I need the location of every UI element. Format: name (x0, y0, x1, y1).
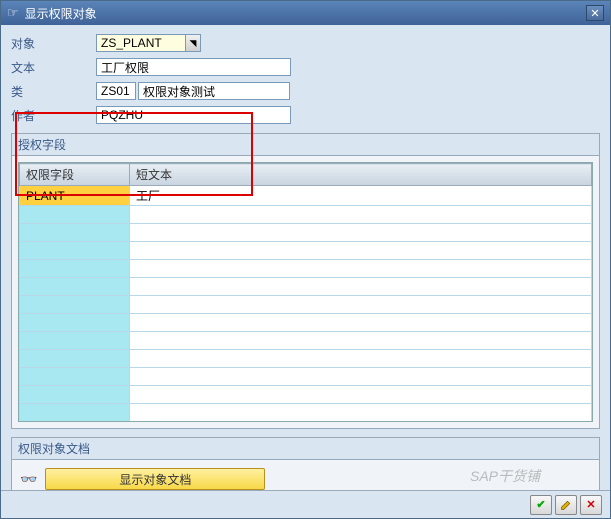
table-row[interactable] (20, 368, 592, 386)
table-row[interactable] (20, 332, 592, 350)
object-input[interactable] (96, 34, 186, 52)
auth-fields-title: 授权字段 (12, 134, 599, 156)
author-input[interactable] (96, 106, 291, 124)
edit-button[interactable] (555, 495, 577, 515)
table-row[interactable] (20, 242, 592, 260)
cancel-button[interactable]: ✕ (580, 495, 602, 515)
class-code-input[interactable] (96, 82, 136, 100)
table-row[interactable] (20, 296, 592, 314)
footer-toolbar: ✔ ✕ (1, 490, 610, 518)
glasses-icon: 👓 (20, 471, 37, 488)
col-field-header[interactable]: 权限字段 (20, 164, 130, 186)
table-row[interactable] (20, 404, 592, 422)
window-icon: ☞ (7, 5, 19, 21)
table-row[interactable] (20, 314, 592, 332)
table-row[interactable] (20, 350, 592, 368)
table-row[interactable] (20, 386, 592, 404)
table-row[interactable] (20, 278, 592, 296)
dialog-window: ☞ 显示权限对象 ✕ 对象 ◥ 文本 类 作者 授权字段 (0, 0, 611, 519)
text-input[interactable] (96, 58, 291, 76)
auth-fields-table-wrap: 权限字段 短文本 PLANT工厂 (18, 162, 593, 422)
cell-text[interactable]: 工厂 (130, 186, 592, 206)
table-row[interactable] (20, 260, 592, 278)
close-button[interactable]: ✕ (586, 5, 604, 21)
doc-group-title: 权限对象文档 (12, 438, 599, 460)
text-label: 文本 (11, 59, 96, 76)
auth-fields-table: 权限字段 短文本 PLANT工厂 (19, 163, 592, 422)
class-desc-input[interactable] (138, 82, 290, 100)
window-title: 显示权限对象 (25, 5, 586, 22)
titlebar: ☞ 显示权限对象 ✕ (1, 1, 610, 25)
table-row[interactable] (20, 224, 592, 242)
col-text-header[interactable]: 短文本 (130, 164, 592, 186)
auth-fields-group: 授权字段 权限字段 短文本 PLANT工厂 (11, 133, 600, 429)
object-f4-button[interactable]: ◥ (185, 34, 201, 52)
show-doc-button[interactable]: 显示对象文档 (45, 468, 265, 490)
cell-field[interactable]: PLANT (20, 186, 130, 206)
table-row[interactable]: PLANT工厂 (20, 186, 592, 206)
ok-button[interactable]: ✔ (530, 495, 552, 515)
object-label: 对象 (11, 35, 96, 52)
author-label: 作者 (11, 107, 96, 124)
content-area: 对象 ◥ 文本 类 作者 授权字段 权限字段 (1, 25, 610, 507)
table-row[interactable] (20, 206, 592, 224)
class-label: 类 (11, 83, 96, 100)
